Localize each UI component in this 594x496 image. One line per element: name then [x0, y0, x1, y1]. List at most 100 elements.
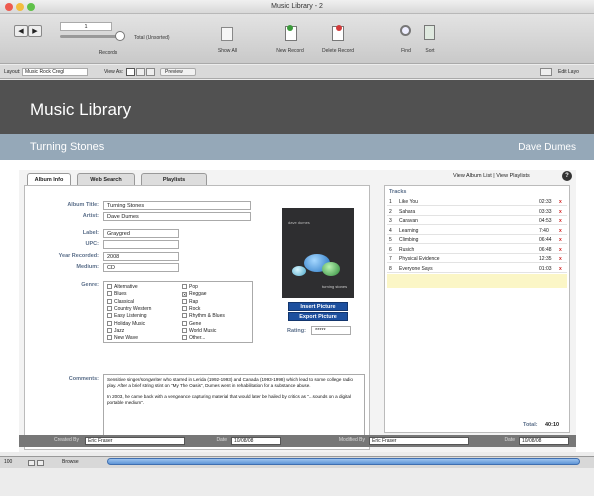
find-magnifier-icon[interactable]	[400, 25, 411, 36]
horizontal-scrollbar[interactable]	[107, 458, 580, 465]
genre-checkbox-holiday-music[interactable]: Holiday Music	[107, 320, 145, 327]
delete-record-icon[interactable]	[332, 25, 344, 41]
checkbox-icon[interactable]	[107, 327, 112, 333]
form-view-icon[interactable]	[126, 68, 135, 76]
delete-track-icon[interactable]: x	[559, 218, 562, 224]
track-title[interactable]: Climbing	[399, 237, 418, 243]
checkbox-icon[interactable]	[107, 298, 112, 304]
genre-checkbox-easy-listening[interactable]: Easy Listening	[107, 313, 147, 319]
checkbox-icon[interactable]	[182, 320, 187, 326]
genre-checkbox-reggae[interactable]: ✕ Reggae	[182, 291, 207, 298]
delete-track-icon[interactable]: x	[559, 266, 562, 272]
show-all-button[interactable]: Show All	[210, 48, 245, 54]
forward-record-button[interactable]: ▶	[28, 25, 42, 37]
checkbox-icon[interactable]	[182, 305, 187, 311]
track-row[interactable]: 4 Learning 7:40 x	[387, 227, 567, 235]
modified-date-field[interactable]: 10/08/08	[519, 437, 569, 445]
view-playlists-link[interactable]: View Playlists	[496, 173, 530, 179]
upc-field[interactable]	[103, 240, 179, 249]
track-title[interactable]: Sahara	[399, 209, 415, 215]
checkbox-icon[interactable]: ✕	[182, 292, 187, 298]
tab-web-search[interactable]: Web Search	[77, 173, 135, 185]
genre-checkbox-country-western[interactable]: Country Western	[107, 305, 151, 312]
zoom-out-icon[interactable]	[28, 460, 35, 466]
track-row[interactable]: 5 Climbing 06:44 x	[387, 236, 567, 244]
track-time[interactable]: 06:48	[539, 247, 552, 253]
checkbox-icon[interactable]	[107, 305, 112, 311]
genre-checkbox-rock[interactable]: Rock	[182, 305, 200, 312]
record-slider[interactable]	[60, 35, 118, 38]
genre-checkbox-alternative[interactable]: Alternative	[107, 284, 138, 290]
delete-track-icon[interactable]: x	[559, 247, 562, 253]
created-by-field[interactable]: Eric Fraser	[85, 437, 185, 445]
back-record-button[interactable]: ◀	[14, 25, 28, 37]
track-row[interactable]: 2 Sahara 03:33 x	[387, 208, 567, 216]
year-recorded-field[interactable]: 2008	[103, 252, 179, 261]
insert-picture-button[interactable]: Insert Picture	[288, 302, 348, 311]
checkbox-icon[interactable]	[107, 320, 112, 326]
checkbox-icon[interactable]	[107, 313, 112, 319]
checkbox-icon[interactable]	[182, 284, 187, 289]
checkbox-icon[interactable]	[107, 291, 112, 297]
table-view-icon[interactable]	[146, 68, 155, 76]
track-time[interactable]: 02:33	[539, 199, 552, 205]
delete-record-button[interactable]: Delete Record	[314, 48, 362, 54]
track-time[interactable]: 06:44	[539, 237, 552, 243]
genre-checkbox-pop[interactable]: Pop	[182, 284, 198, 290]
artist-field[interactable]: Dave Dumes	[103, 212, 251, 221]
track-row[interactable]: 7 Physical Evidence 12:35 x	[387, 255, 567, 263]
view-album-list-link[interactable]: View Album List	[453, 173, 492, 179]
track-row[interactable]: 6 Rusich 06:48 x	[387, 246, 567, 254]
track-time[interactable]: 7:40	[539, 228, 549, 234]
genre-checkbox-blues[interactable]: Blues	[107, 291, 127, 297]
rating-field[interactable]: *****	[311, 326, 351, 335]
track-title[interactable]: Caravan	[399, 218, 418, 224]
track-title[interactable]: Learning	[399, 228, 418, 234]
show-all-icon[interactable]	[221, 27, 233, 41]
track-title[interactable]: Like You	[399, 199, 418, 205]
label-field[interactable]: Graygred	[103, 229, 179, 238]
delete-track-icon[interactable]: x	[559, 237, 562, 243]
layout-select[interactable]: Music Rock Cregl	[22, 68, 88, 76]
medium-field[interactable]: CD	[103, 263, 179, 272]
zoom-level[interactable]: 100	[4, 459, 12, 465]
modified-by-field[interactable]: Eric Fraser	[369, 437, 469, 445]
genre-checkbox-gene[interactable]: Gene	[182, 320, 201, 327]
genre-checkbox-jazz[interactable]: Jazz	[107, 327, 124, 334]
tab-playlists[interactable]: Playlists	[141, 173, 207, 185]
track-row[interactable]: 8 Everyone Says 01:03 x	[387, 265, 567, 273]
track-row[interactable]: 1 Like You 02:33 x	[387, 198, 567, 206]
delete-track-icon[interactable]: x	[559, 209, 562, 215]
comments-field[interactable]: Sensitive singer/songwriter who starred …	[103, 374, 365, 436]
track-title[interactable]: Rusich	[399, 247, 414, 253]
find-button[interactable]: Find	[396, 48, 416, 54]
slider-knob-icon[interactable]	[115, 31, 125, 41]
preview-button[interactable]: Preview	[160, 68, 196, 76]
album-title-field[interactable]: Turning Stones	[103, 201, 251, 210]
new-record-button[interactable]: New Record	[270, 48, 310, 54]
track-title[interactable]: Everyone Says	[399, 266, 433, 272]
track-time[interactable]: 01:03	[539, 266, 552, 272]
delete-track-icon[interactable]: x	[559, 199, 562, 205]
track-title[interactable]: Physical Evidence	[399, 256, 440, 262]
sort-icon[interactable]	[424, 25, 435, 40]
genre-checkbox-new-wave[interactable]: New Wave	[107, 335, 138, 341]
track-row[interactable]: 3 Caravan 04:53 x	[387, 217, 567, 225]
checkbox-icon[interactable]	[107, 284, 112, 289]
checkbox-icon[interactable]	[182, 298, 187, 304]
zoom-in-icon[interactable]	[37, 460, 44, 466]
created-date-field[interactable]: 10/08/08	[231, 437, 281, 445]
delete-track-icon[interactable]: x	[559, 228, 562, 234]
track-time[interactable]: 12:35	[539, 256, 552, 262]
genre-checkbox-classical[interactable]: Classical	[107, 298, 134, 305]
new-record-icon[interactable]	[285, 25, 297, 41]
record-number-field[interactable]: 1	[60, 22, 112, 31]
list-view-icon[interactable]	[136, 68, 145, 76]
sort-button[interactable]: Sort	[420, 48, 440, 54]
delete-track-icon[interactable]: x	[559, 256, 562, 262]
checkbox-icon[interactable]	[182, 327, 187, 333]
genre-checkbox-rap[interactable]: Rap	[182, 298, 198, 305]
export-picture-button[interactable]: Export Picture	[288, 312, 348, 321]
genre-checkbox-other[interactable]: Other...	[182, 335, 205, 341]
checkbox-icon[interactable]	[182, 335, 187, 341]
